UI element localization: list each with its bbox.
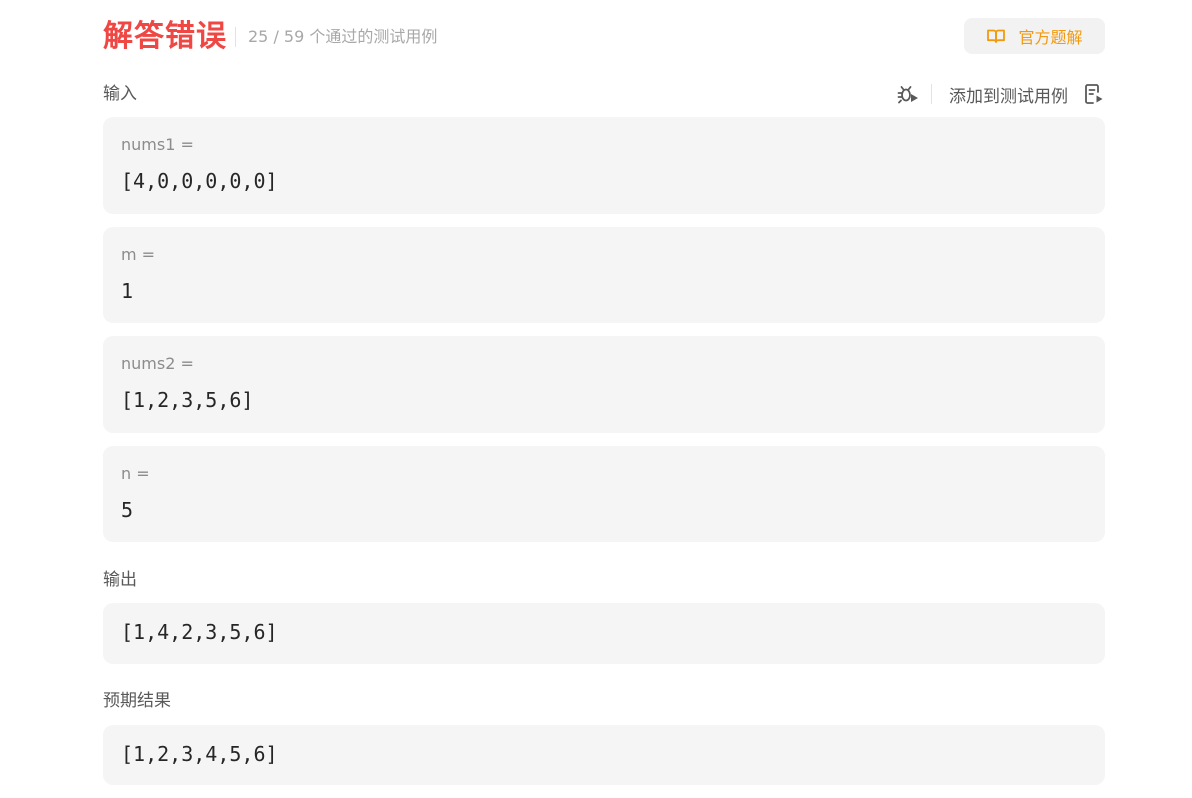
output-section-label: 输出	[103, 570, 137, 590]
var-value[interactable]: 5	[121, 498, 133, 522]
toolbar-divider	[931, 84, 932, 104]
official-solution-button[interactable]: 官方题解	[964, 18, 1105, 54]
var-name: n =	[121, 464, 150, 483]
expected-section-label: 预期结果	[103, 691, 171, 711]
output-box: [1,4,2,3,5,6]	[103, 603, 1105, 664]
output-value[interactable]: [1,4,2,3,5,6]	[121, 620, 278, 644]
input-var-box: nums2 = [1,2,3,5,6]	[103, 336, 1105, 433]
var-value[interactable]: 1	[121, 279, 133, 303]
var-name: nums2 =	[121, 354, 194, 373]
input-var-box: m = 1	[103, 227, 1105, 323]
input-toolbar: 添加到测试用例	[896, 80, 1105, 108]
input-section-label: 输入	[103, 84, 137, 104]
var-name: m =	[121, 245, 156, 264]
input-var-box: n = 5	[103, 446, 1105, 542]
header-divider	[235, 27, 236, 47]
book-open-icon	[986, 26, 1006, 46]
official-solution-label: 官方题解	[1018, 28, 1083, 47]
pass-count-text: 25 / 59 个通过的测试用例	[248, 27, 438, 46]
var-name: nums1 =	[121, 135, 194, 154]
add-to-testcase-button[interactable]: 添加到测试用例	[949, 82, 1105, 107]
result-status-title: 解答错误	[103, 19, 227, 54]
input-var-box: nums1 = [4,0,0,0,0,0]	[103, 117, 1105, 214]
var-value[interactable]: [4,0,0,0,0,0]	[121, 169, 278, 193]
add-to-testcase-label: 添加到测试用例	[949, 86, 1068, 107]
expected-value[interactable]: [1,2,3,4,5,6]	[121, 742, 278, 766]
result-header: 解答错误 25 / 59 个通过的测试用例 官方题解	[103, 18, 1105, 56]
expected-box: [1,2,3,4,5,6]	[103, 725, 1105, 785]
add-testcase-icon	[1083, 83, 1105, 105]
var-value[interactable]: [1,2,3,5,6]	[121, 388, 253, 412]
debug-icon[interactable]	[896, 82, 920, 106]
